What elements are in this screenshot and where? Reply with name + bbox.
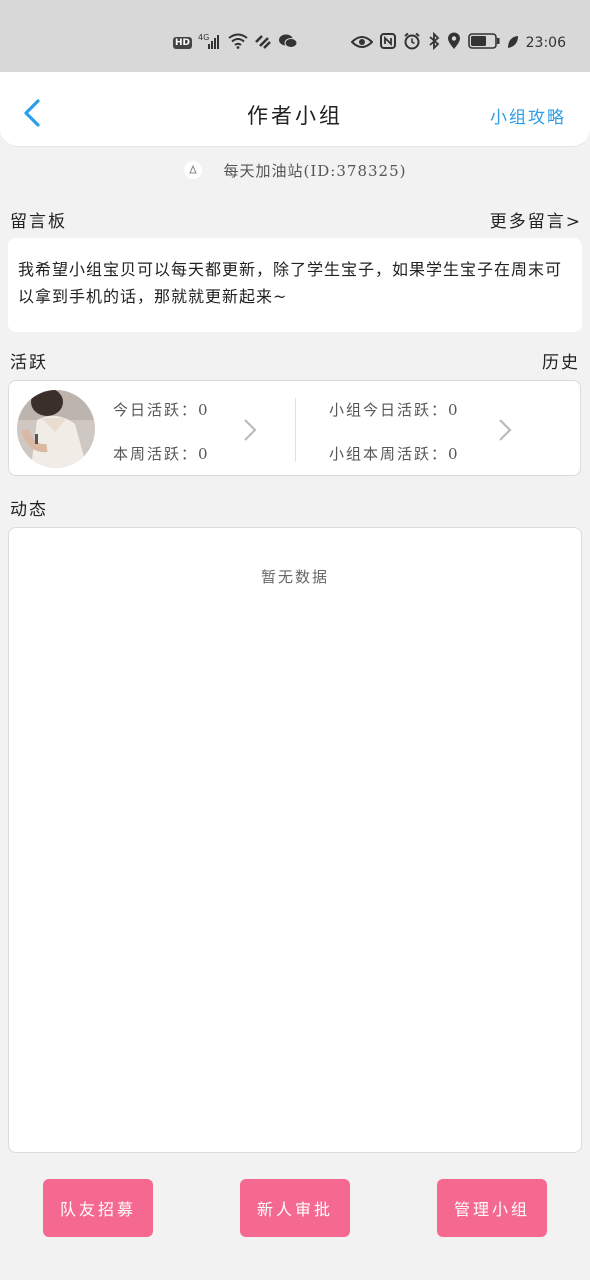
status-bar-left: HD 4G — [173, 32, 298, 54]
activity-card: 今日活跃：0 本周活跃：0 小组今日活跃：0 小组本周活跃：0 — [8, 380, 581, 476]
more-messages-link[interactable]: 更多留言> — [490, 207, 582, 232]
app-header: 作者小组 小组攻略 — [0, 72, 590, 147]
group-avatar-icon — [183, 161, 202, 179]
today-activity: 今日活跃：0 — [113, 401, 210, 419]
activity-title: 活跃 — [10, 353, 48, 373]
nfc-icon — [379, 33, 396, 53]
svg-text:4G: 4G — [198, 33, 209, 42]
leaf-icon — [507, 34, 519, 53]
empty-state-text: 暂无数据 — [260, 568, 329, 586]
group-today-activity: 小组今日活跃：0 — [329, 401, 460, 419]
group-name-id: 每天加油站(ID:378325) — [223, 162, 407, 180]
activity-divider — [295, 398, 296, 462]
status-time: 23:06 — [525, 35, 566, 51]
status-bar-right: 23:06 — [350, 31, 566, 54]
wechat-icon — [278, 33, 298, 53]
personal-activity-chevron-right-icon[interactable] — [242, 418, 258, 442]
new-member-review-button[interactable]: 新人审批 — [240, 1179, 350, 1237]
message-board-title: 留言板 — [10, 212, 67, 232]
history-link[interactable]: 历史 — [542, 348, 580, 373]
battery-icon — [467, 33, 500, 53]
wifi-icon — [228, 33, 248, 53]
location-icon — [447, 32, 461, 54]
hd-badge: HD — [173, 37, 193, 49]
alarm-icon — [403, 32, 421, 54]
week-activity: 本周活跃：0 — [113, 445, 210, 463]
group-activity-chevron-right-icon[interactable] — [497, 418, 513, 442]
eye-icon — [350, 34, 374, 53]
bluetooth-icon — [428, 31, 440, 54]
feed-card: 暂无数据 — [8, 527, 582, 1153]
signal-icon: 4G — [198, 32, 222, 54]
status-bar: HD 4G 23:06 — [0, 0, 590, 72]
message-content: 我希望小组宝贝可以每天都更新，除了学生宝子，如果学生宝子在周末可以拿到手机的话，… — [18, 260, 563, 306]
recruit-teammates-button[interactable]: 队友招募 — [43, 1179, 153, 1237]
message-board-card[interactable]: 我希望小组宝贝可以每天都更新，除了学生宝子，如果学生宝子在周末可以拿到手机的话，… — [8, 238, 582, 332]
manage-group-button[interactable]: 管理小组 — [437, 1179, 547, 1237]
group-guide-link[interactable]: 小组攻略 — [490, 103, 566, 128]
feed-title: 动态 — [10, 500, 48, 520]
link-icon — [254, 33, 272, 53]
group-week-activity: 小组本周活跃：0 — [329, 445, 460, 463]
group-id-row: 每天加油站(ID:378325) — [0, 160, 590, 181]
avatar — [17, 390, 95, 468]
